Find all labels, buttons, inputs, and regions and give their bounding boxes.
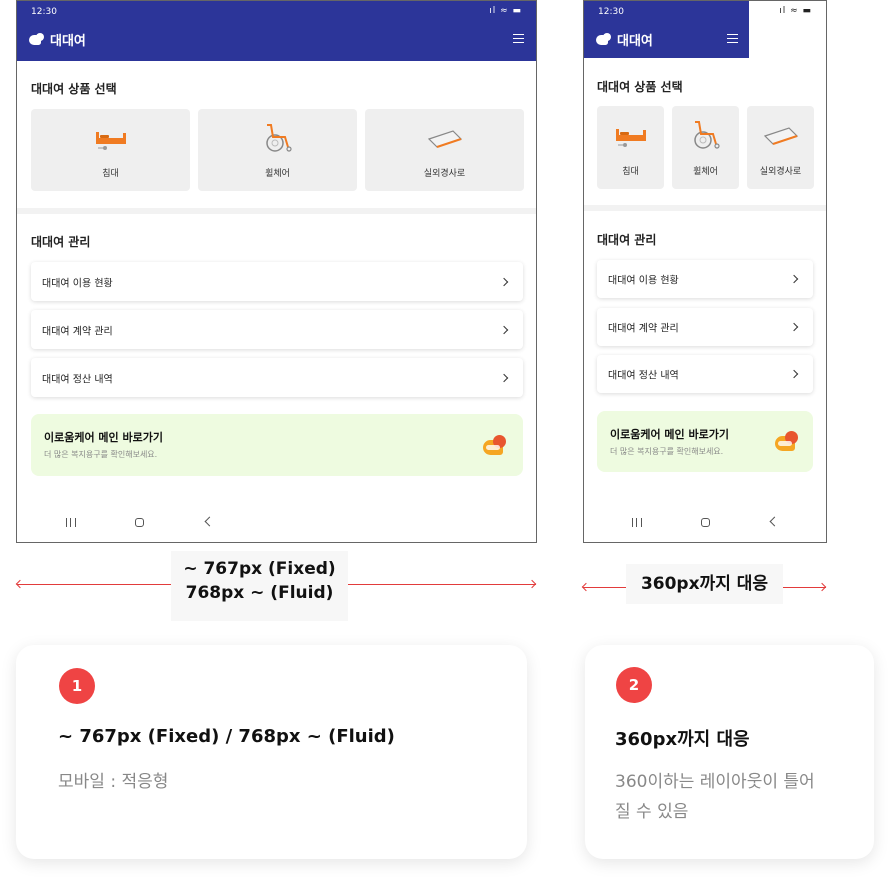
banner-title: 이로움케어 메인 바로가기 xyxy=(44,431,163,444)
fluid-label: 768px ~ (Fluid) xyxy=(185,583,334,603)
product-tiles: 침대 휠체어 실외경사로 xyxy=(31,109,524,191)
system-nav-bar xyxy=(584,514,826,534)
brand-name: 대대여 xyxy=(617,34,653,49)
logo-icon xyxy=(596,32,612,47)
product-label: 실외경사로 xyxy=(759,167,802,177)
ramp-icon xyxy=(763,127,798,145)
manage-section-title: 대대여 관리 xyxy=(597,233,657,247)
bed-icon xyxy=(615,129,646,147)
menu-item-contract-management[interactable]: 대대여 계약 관리 xyxy=(31,310,523,349)
brand-logo-link[interactable]: 대대여 xyxy=(29,30,86,49)
manage-section-title: 대대여 관리 xyxy=(31,235,91,249)
chevron-right-icon xyxy=(789,322,799,332)
mobile-preview-wide: 12:30 ıl ≈ ▬ 대대여 대대여 상품 선택 침대 휠체어 실외경사로 … xyxy=(16,0,537,543)
app-header: 12:30 대대여 xyxy=(584,1,749,58)
product-label: 휠체어 xyxy=(693,167,718,177)
product-label: 침대 xyxy=(102,169,119,179)
menu-item-settlement-history[interactable]: 대대여 정산 내역 xyxy=(31,358,523,397)
min-width-label: 360px까지 대응 xyxy=(626,564,783,604)
wheelchair-icon xyxy=(693,121,720,149)
banner-subtitle: 더 많은 복지용구를 확인해보세요. xyxy=(44,450,158,459)
menu-item-label: 대대여 이용 현황 xyxy=(608,275,679,287)
fixed-label: ~ 767px (Fixed) xyxy=(183,559,336,579)
section-divider xyxy=(17,208,536,214)
menu-icon[interactable] xyxy=(727,34,738,43)
info-card-fixed-fluid: 1 ~ 767px (Fixed) / 768px ~ (Fluid) 모바일 … xyxy=(16,645,527,859)
menu-item-label: 대대여 계약 관리 xyxy=(608,323,679,335)
main-shortcut-banner[interactable]: 이로움케어 메인 바로가기 더 많은 복지용구를 확인해보세요. xyxy=(597,411,813,472)
product-tile-ramp[interactable]: 실외경사로 xyxy=(365,109,524,191)
info-card-min-width: 2 360px까지 대응 360이하는 레이아웃이 틀어질 수 있음 xyxy=(585,645,874,859)
brand-logo-icon xyxy=(775,430,801,452)
arrow-right-icon xyxy=(527,579,537,589)
status-icons: ıl ≈ ▬ xyxy=(779,6,812,16)
product-section-title: 대대여 상품 선택 xyxy=(597,80,683,94)
menu-item-settlement-history[interactable]: 대대여 정산 내역 xyxy=(597,355,813,393)
card-description: 모바일 : 적응형 xyxy=(58,772,169,792)
step-badge: 1 xyxy=(59,668,95,704)
recent-apps-icon[interactable] xyxy=(66,518,76,527)
product-section-title: 대대여 상품 선택 xyxy=(31,82,117,96)
chevron-right-icon xyxy=(789,369,799,379)
chevron-right-icon xyxy=(789,274,799,284)
arrow-left-icon xyxy=(15,579,25,589)
system-nav-bar xyxy=(17,514,536,534)
product-label: 휠체어 xyxy=(265,169,290,179)
step-badge: 2 xyxy=(616,667,652,703)
menu-item-label: 대대여 계약 관리 xyxy=(42,326,113,337)
menu-icon[interactable] xyxy=(513,34,524,43)
brand-name: 대대여 xyxy=(50,34,86,49)
card-title: ~ 767px (Fixed) / 768px ~ (Fluid) xyxy=(58,726,395,747)
menu-item-contract-management[interactable]: 대대여 계약 관리 xyxy=(597,308,813,346)
status-time: 12:30 xyxy=(31,7,57,17)
banner-subtitle: 더 많은 복지용구를 확인해보세요. xyxy=(610,447,724,456)
product-label: 실외경사로 xyxy=(423,169,466,179)
product-label: 침대 xyxy=(622,167,639,177)
status-icons: ıl ≈ ▬ xyxy=(489,6,522,16)
brand-logo-link[interactable]: 대대여 xyxy=(596,30,653,49)
menu-item-usage-status[interactable]: 대대여 이용 현황 xyxy=(31,262,523,301)
menu-item-label: 대대여 정산 내역 xyxy=(608,370,679,382)
menu-item-label: 대대여 이용 현황 xyxy=(42,278,113,289)
product-tile-wheelchair[interactable]: 휠체어 xyxy=(198,109,357,191)
menu-item-label: 대대여 정산 내역 xyxy=(42,374,113,385)
logo-icon xyxy=(29,32,45,47)
product-tile-bed[interactable]: 침대 xyxy=(31,109,190,191)
chevron-right-icon xyxy=(499,325,509,334)
menu-item-usage-status[interactable]: 대대여 이용 현황 xyxy=(597,260,813,298)
wheelchair-icon xyxy=(265,124,292,152)
product-tiles: 침대 휠체어 실외경사로 xyxy=(597,106,814,189)
card-description: 360이하는 레이아웃이 틀어질 수 있음 xyxy=(615,772,815,822)
chevron-right-icon xyxy=(499,373,509,382)
status-time: 12:30 xyxy=(598,7,624,17)
section-divider xyxy=(584,205,826,211)
bed-icon xyxy=(95,132,126,150)
arrow-right-icon xyxy=(817,582,827,592)
chevron-right-icon xyxy=(499,277,509,286)
mobile-preview-narrow: 12:30 대대여 ıl ≈ ▬ 대대여 상품 선택 침대 휠체어 실외경사로 … xyxy=(583,0,827,543)
brand-logo-icon xyxy=(483,434,509,456)
home-icon[interactable] xyxy=(135,518,144,527)
fixed-fluid-label: ~ 767px (Fixed) 768px ~ (Fluid) xyxy=(171,551,348,621)
back-icon[interactable] xyxy=(204,516,215,527)
home-icon[interactable] xyxy=(701,518,710,527)
recent-apps-icon[interactable] xyxy=(632,518,642,527)
product-tile-ramp[interactable]: 실외경사로 xyxy=(747,106,814,189)
product-tile-bed[interactable]: 침대 xyxy=(597,106,664,189)
ramp-icon xyxy=(427,130,462,148)
product-tile-wheelchair[interactable]: 휠체어 xyxy=(672,106,739,189)
arrow-left-icon xyxy=(581,582,591,592)
banner-title: 이로움케어 메인 바로가기 xyxy=(610,428,729,441)
card-title: 360px까지 대응 xyxy=(615,729,750,750)
main-shortcut-banner[interactable]: 이로움케어 메인 바로가기 더 많은 복지용구를 확인해보세요. xyxy=(31,414,523,476)
back-icon[interactable] xyxy=(769,516,780,527)
app-header: 12:30 ıl ≈ ▬ 대대여 xyxy=(17,1,536,61)
